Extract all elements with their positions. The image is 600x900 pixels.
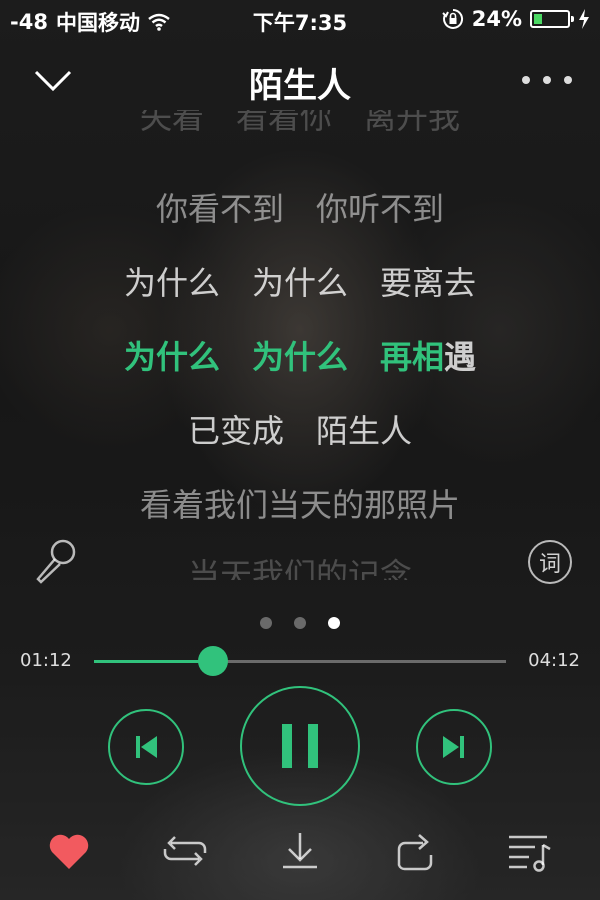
microphone-icon <box>36 539 76 584</box>
lyric-text: 失着 看着你 离开我 <box>139 110 460 136</box>
page-dot[interactable] <box>328 617 340 629</box>
progress-area: 01:12 04:12 <box>0 640 600 684</box>
lyric-line: 你看不到 你听不到 <box>0 184 600 230</box>
battery-percent: 24% <box>471 7 522 31</box>
lyric-line: 看着我们当天的那照片 <box>0 480 600 526</box>
rotation-lock-icon <box>442 8 463 29</box>
playlist-icon <box>509 835 551 872</box>
progress-played <box>94 660 214 663</box>
skip-previous-icon <box>136 736 157 758</box>
lyric-line: 为什么 为什么 要离去 <box>0 258 600 304</box>
status-right: 24% <box>442 7 590 31</box>
pause-icon <box>282 724 318 768</box>
charging-bolt-icon <box>579 9 589 29</box>
share-button[interactable] <box>390 826 440 876</box>
lyric-sung-part: 为什么 为什么 再相 <box>123 338 444 376</box>
current-time: 01:12 <box>20 650 72 671</box>
progress-knob[interactable] <box>198 646 229 676</box>
karaoke-button[interactable] <box>30 535 82 587</box>
battery-icon <box>530 10 574 28</box>
heart-icon <box>49 834 89 869</box>
repeat-icon <box>163 836 207 866</box>
pause-button[interactable] <box>240 686 360 806</box>
more-button[interactable] <box>522 62 572 98</box>
download-icon <box>283 833 317 869</box>
lyric-line: 当天我们的记念 <box>0 550 600 580</box>
progress-slider[interactable] <box>94 646 506 676</box>
lyric-settings-button[interactable]: 词 <box>528 540 572 584</box>
repeat-mode-button[interactable] <box>160 826 210 876</box>
lyrics-panel[interactable]: 失着 看着你 离开我 你看不到 你听不到 为什么 为什么 要离去 为什么 为什么 再相… <box>0 110 600 580</box>
lyric-text: 看着我们当天的那照片 <box>139 486 460 524</box>
status-bar: -48 中国移动 下午7:35 24% <box>0 0 600 40</box>
lyric-settings-label: 词 <box>538 552 561 577</box>
download-button[interactable] <box>275 826 325 876</box>
skip-next-icon <box>443 736 464 758</box>
lyric-line-current: 为什么 为什么 再相遇 <box>0 332 600 378</box>
lyric-text: 为什么 为什么 要离去 <box>123 264 476 302</box>
bottom-toolbar <box>0 826 600 882</box>
page-indicator <box>0 617 600 629</box>
battery-level <box>534 14 542 24</box>
page-dot[interactable] <box>294 617 306 629</box>
lyric-text: 当天我们的记念 <box>187 556 412 580</box>
playlist-button[interactable] <box>504 826 554 876</box>
lyric-line: 失着 看着你 离开我 <box>0 110 600 138</box>
next-button[interactable] <box>416 709 492 785</box>
player-header: 陌生人 <box>0 50 600 110</box>
previous-button[interactable] <box>108 709 184 785</box>
lyric-text: 已变成 陌生人 <box>187 412 412 450</box>
share-icon <box>397 834 433 871</box>
lyric-text: 遇 <box>444 338 477 376</box>
lyric-line: 已变成 陌生人 <box>0 406 600 452</box>
total-time: 04:12 <box>528 650 580 671</box>
song-title: 陌生人 <box>249 66 351 106</box>
more-icon-dot <box>543 76 551 84</box>
lyric-text: 你看不到 你听不到 <box>155 190 444 228</box>
favorite-button[interactable] <box>44 826 94 876</box>
more-icon <box>522 76 530 84</box>
more-icon-dot <box>564 76 572 84</box>
page-dot[interactable] <box>260 617 272 629</box>
